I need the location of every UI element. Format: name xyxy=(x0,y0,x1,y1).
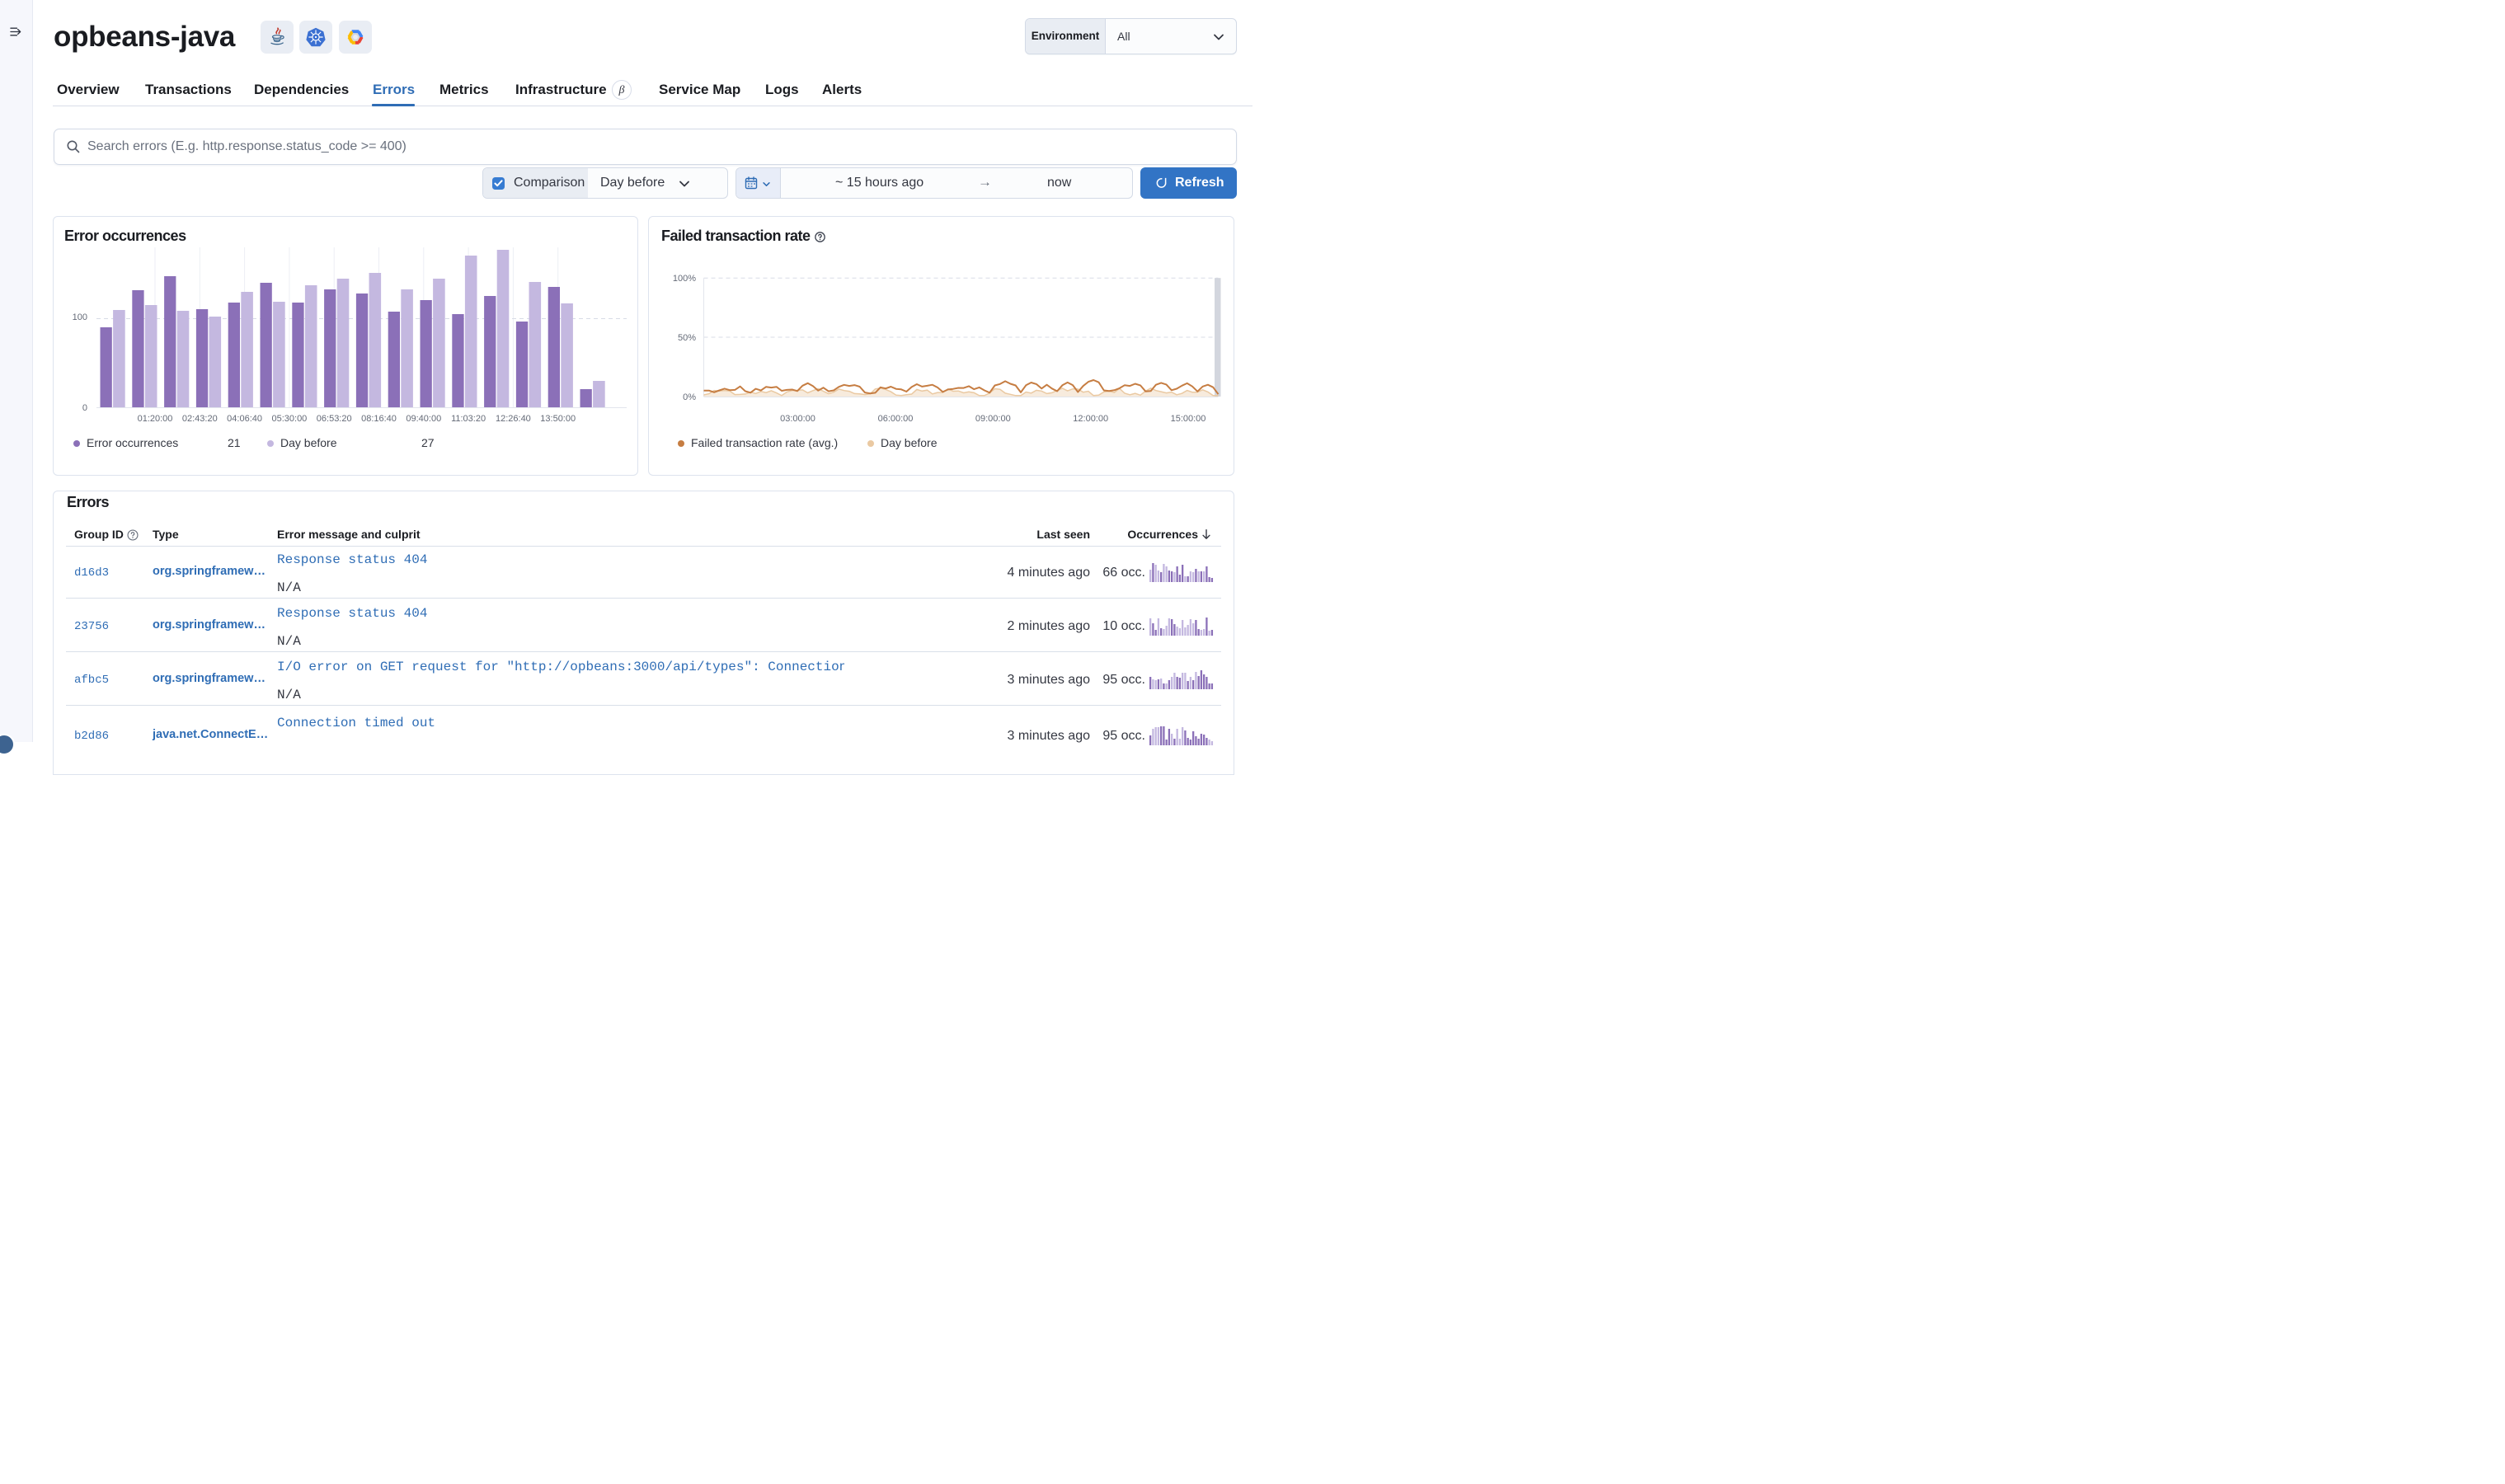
svg-text:01:20:00: 01:20:00 xyxy=(138,414,173,424)
svg-text:12:00:00: 12:00:00 xyxy=(1073,414,1108,424)
svg-text:15:00:00: 15:00:00 xyxy=(1171,414,1206,424)
svg-text:08:16:40: 08:16:40 xyxy=(361,414,397,424)
svg-text:05:30:00: 05:30:00 xyxy=(271,414,307,424)
svg-text:03:00:00: 03:00:00 xyxy=(780,414,815,424)
svg-text:06:00:00: 06:00:00 xyxy=(878,414,914,424)
svg-text:06:53:20: 06:53:20 xyxy=(317,414,352,424)
svg-text:04:06:40: 04:06:40 xyxy=(227,414,262,424)
svg-text:0: 0 xyxy=(82,403,87,413)
svg-text:09:00:00: 09:00:00 xyxy=(975,414,1011,424)
svg-text:50%: 50% xyxy=(678,333,696,343)
svg-text:100: 100 xyxy=(73,312,87,322)
svg-text:02:43:20: 02:43:20 xyxy=(182,414,218,424)
svg-text:12:26:40: 12:26:40 xyxy=(496,414,531,424)
svg-text:09:40:00: 09:40:00 xyxy=(406,414,441,424)
svg-text:100%: 100% xyxy=(673,274,696,284)
svg-text:11:03:20: 11:03:20 xyxy=(451,414,486,424)
svg-text:13:50:00: 13:50:00 xyxy=(540,414,576,424)
svg-text:0%: 0% xyxy=(683,392,696,402)
